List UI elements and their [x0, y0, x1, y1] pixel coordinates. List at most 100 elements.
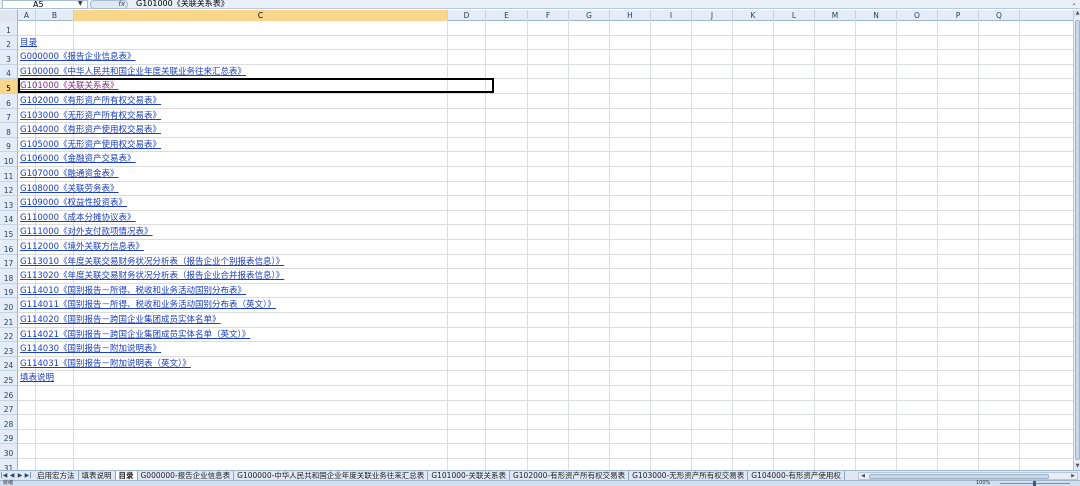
formula-bar: A5 ▼ fx G101000《关联关系表》 ⌄: [0, 0, 1080, 9]
zoom-level[interactable]: 100%: [976, 481, 990, 486]
hyperlink-cell[interactable]: G107000《融通资金表》: [20, 168, 119, 180]
vertical-scroll-thumb[interactable]: [1075, 20, 1080, 460]
row-header-4[interactable]: 4: [0, 64, 18, 80]
row-gridline: [18, 180, 1073, 182]
row-header-14[interactable]: 14: [0, 210, 18, 226]
hyperlink-cell[interactable]: G106000《金融资产交易表》: [20, 153, 136, 165]
zoom-slider-knob[interactable]: [1033, 481, 1036, 486]
hyperlink-cell[interactable]: G113020《年度关联交易财务状况分析表（报告企业合并报表信息）》: [20, 270, 284, 282]
row-header-28[interactable]: 28: [0, 415, 18, 430]
row-header-20[interactable]: 20: [0, 298, 18, 313]
hyperlink-cell[interactable]: G114021《国别报告－跨国企业集团成员实体名单（英文）》: [20, 329, 250, 341]
hyperlink-cell[interactable]: 填表说明: [20, 372, 54, 384]
row-gridline: [18, 341, 1073, 343]
column-header-k[interactable]: K: [733, 10, 774, 21]
hyperlink-cell[interactable]: G114011《国别报告－所得、税收和业务活动国别分布表（英文）》: [20, 299, 276, 311]
column-header-j[interactable]: J: [692, 10, 733, 21]
row-gridline: [18, 253, 1073, 255]
column-header-b[interactable]: B: [36, 10, 74, 21]
hyperlink-cell[interactable]: G105000《无形资产使用权交易表》: [20, 139, 161, 151]
column-header-row: ABCDEFGHIJKLMNOPQ: [0, 10, 1073, 21]
row-header-22[interactable]: 22: [0, 327, 18, 343]
column-header-o[interactable]: O: [897, 10, 938, 21]
column-header-n[interactable]: N: [856, 10, 897, 21]
scroll-left-icon[interactable]: ◀: [859, 473, 867, 479]
hyperlink-cell[interactable]: G114031《国别报告－附加说明表（英文）》: [20, 358, 191, 370]
row-header-8[interactable]: 8: [0, 123, 18, 138]
hyperlink-cell[interactable]: G112000《境外关联方信息表》: [20, 241, 144, 253]
hyperlink-cell[interactable]: G110000《成本分摊协议表》: [20, 212, 136, 224]
column-header-e[interactable]: E: [486, 10, 528, 21]
column-header-c[interactable]: C: [74, 10, 448, 21]
row-header-9[interactable]: 9: [0, 137, 18, 153]
hyperlink-cell[interactable]: G109000《权益性投资表》: [20, 197, 127, 209]
row-header-3[interactable]: 3: [0, 50, 18, 65]
row-header-24[interactable]: 24: [0, 356, 18, 372]
scroll-right-icon[interactable]: ▶: [1069, 473, 1077, 479]
hyperlink-cell[interactable]: G114010《国别报告－所得、税收和业务活动国别分布表》: [20, 285, 246, 297]
worksheet-grid[interactable]: 目录 G000000《报告企业信息表》 G100000《中华人民共和国企业年度关联业…: [18, 21, 1073, 470]
row-header-13[interactable]: 13: [0, 196, 18, 211]
scroll-down-icon[interactable]: ▼: [1074, 463, 1080, 470]
row-header-23[interactable]: 23: [0, 342, 18, 357]
row-header-5[interactable]: 5: [0, 79, 18, 94]
row-gridline: [18, 282, 1073, 284]
column-header-m[interactable]: M: [815, 10, 856, 21]
hyperlink-cell[interactable]: G102000《有形资产所有权交易表》: [20, 95, 161, 107]
hyperlink-cell[interactable]: G000000《报告企业信息表》: [20, 51, 136, 63]
row-header-16[interactable]: 16: [0, 240, 18, 255]
hyperlink-cell[interactable]: G108000《关联劳务表》: [20, 183, 119, 195]
row-header-12[interactable]: 12: [0, 181, 18, 197]
row-header-25[interactable]: 25: [0, 371, 18, 386]
row-header-21[interactable]: 21: [0, 313, 18, 328]
insert-function-button[interactable]: fx: [90, 0, 128, 9]
column-header-p[interactable]: P: [938, 10, 979, 21]
row-header-10[interactable]: 10: [0, 152, 18, 167]
active-cell-border[interactable]: [18, 78, 494, 94]
column-header-g[interactable]: G: [569, 10, 610, 21]
hyperlink-cell[interactable]: G114030《国别报告－附加说明表》: [20, 343, 161, 355]
row-header-18[interactable]: 18: [0, 269, 18, 284]
row-header-29[interactable]: 29: [0, 429, 18, 445]
row-header-1[interactable]: 1: [0, 21, 18, 36]
horizontal-scrollbar[interactable]: ◀ ▶: [858, 472, 1078, 480]
scroll-up-icon[interactable]: ▲: [1074, 10, 1080, 17]
row-header-2[interactable]: 2: [0, 35, 18, 51]
expand-formula-bar-icon[interactable]: ⌄: [1070, 0, 1078, 9]
name-box[interactable]: A5: [2, 0, 88, 9]
row-header-26[interactable]: 26: [0, 386, 18, 401]
column-header-f[interactable]: F: [528, 10, 569, 21]
column-gridline: [527, 21, 528, 470]
column-header-q[interactable]: Q: [979, 10, 1020, 21]
row-gridline: [18, 414, 1073, 416]
column-header-d[interactable]: D: [448, 10, 486, 21]
hyperlink-cell[interactable]: G113010《年度关联交易财务状况分析表（报告企业个别报表信息）》: [20, 256, 284, 268]
row-header-6[interactable]: 6: [0, 94, 18, 109]
row-header-7[interactable]: 7: [0, 108, 18, 124]
hyperlink-cell[interactable]: G100000《中华人民共和国企业年度关联业务往来汇总表》: [20, 66, 246, 78]
horizontal-scroll-thumb[interactable]: [869, 474, 1049, 479]
formula-input[interactable]: G101000《关联关系表》: [136, 0, 229, 9]
vertical-scrollbar[interactable]: ▲ ▼: [1073, 10, 1080, 470]
hyperlink-cell[interactable]: 目录: [20, 37, 37, 49]
column-header-i[interactable]: I: [651, 10, 692, 21]
row-header-15[interactable]: 15: [0, 225, 18, 240]
hyperlink-cell[interactable]: G103000《无形资产所有权交易表》: [20, 110, 161, 122]
column-header-h[interactable]: H: [610, 10, 651, 21]
hyperlink-cell[interactable]: G104000《有形资产使用权交易表》: [20, 124, 161, 136]
row-header-11[interactable]: 11: [0, 167, 18, 182]
select-all-corner[interactable]: [0, 10, 18, 21]
hyperlink-cell[interactable]: G114020《国别报告－跨国企业集团成员实体名单》: [20, 314, 221, 326]
column-gridline: [896, 21, 897, 470]
row-header-27[interactable]: 27: [0, 400, 18, 416]
column-header-a[interactable]: A: [18, 10, 36, 21]
sheet-tab-bar: |◀ ◀ ▶ ▶| 启用宏方法 填表说明 目录 G000000-报告企业信息表 G100…: [0, 470, 1080, 481]
hyperlink-cell[interactable]: G111000《对外支付款项情况表》: [20, 226, 153, 238]
column-gridline: [1019, 21, 1020, 470]
row-header-19[interactable]: 19: [0, 283, 18, 299]
column-header-l[interactable]: L: [774, 10, 815, 21]
row-header-17[interactable]: 17: [0, 254, 18, 270]
name-box-dropdown-icon[interactable]: ▼: [78, 0, 83, 8]
row-header-30[interactable]: 30: [0, 444, 18, 459]
row-gridline: [18, 370, 1073, 372]
